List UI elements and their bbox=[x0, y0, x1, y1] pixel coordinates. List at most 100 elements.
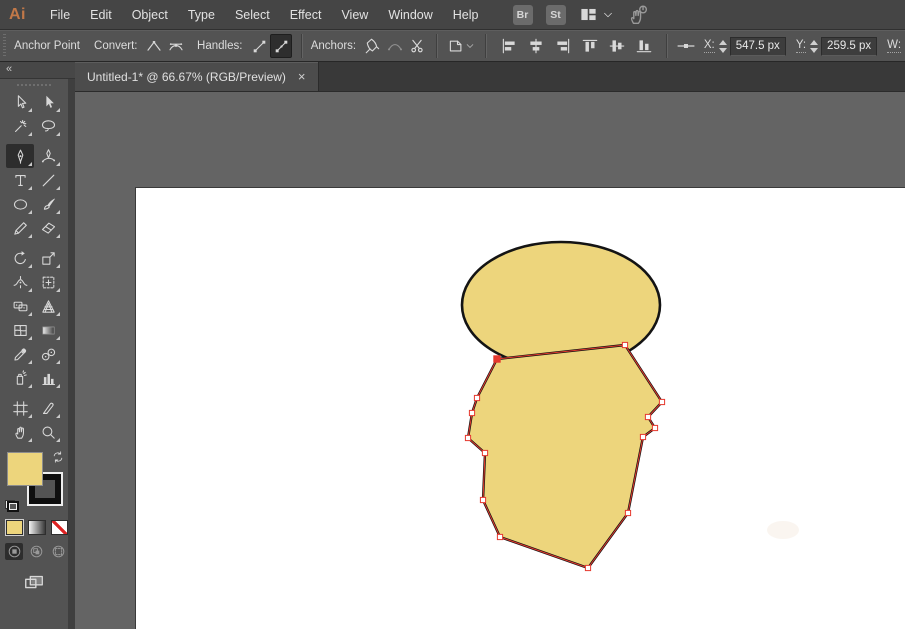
hand-tool[interactable] bbox=[6, 420, 34, 444]
screen-mode-button[interactable] bbox=[0, 572, 68, 594]
menu-effect[interactable]: Effect bbox=[280, 0, 332, 29]
draw-normal-button[interactable] bbox=[5, 543, 23, 560]
x-stepper[interactable] bbox=[719, 40, 727, 53]
stepper-up-icon[interactable] bbox=[719, 40, 727, 45]
anchor-point[interactable] bbox=[622, 342, 627, 347]
align-bottom-button[interactable] bbox=[630, 34, 657, 58]
magic-wand-tool[interactable] bbox=[6, 114, 34, 138]
color-swatch-button[interactable] bbox=[6, 520, 23, 535]
y-input[interactable]: 259.5 px bbox=[821, 37, 877, 56]
fill-swatch[interactable] bbox=[7, 452, 43, 486]
menu-edit[interactable]: Edit bbox=[80, 0, 122, 29]
anchor-point[interactable] bbox=[659, 399, 664, 404]
align-left-button[interactable] bbox=[495, 34, 522, 58]
width-tool[interactable] bbox=[6, 270, 34, 294]
show-handles-button[interactable] bbox=[270, 34, 292, 58]
menu-select[interactable]: Select bbox=[225, 0, 280, 29]
none-swatch-button[interactable] bbox=[51, 520, 68, 535]
perspective-grid-tool[interactable] bbox=[34, 294, 62, 318]
cut-path-button[interactable] bbox=[406, 34, 428, 58]
shape-builder-tool[interactable] bbox=[6, 294, 34, 318]
menu-object[interactable]: Object bbox=[122, 0, 178, 29]
connect-endpoints-button[interactable] bbox=[384, 34, 406, 58]
anchor-point[interactable] bbox=[482, 450, 487, 455]
artboard-tool[interactable] bbox=[6, 396, 34, 420]
line-segment-tool[interactable] bbox=[34, 168, 62, 192]
stepper-down-icon[interactable] bbox=[719, 48, 727, 53]
gradient-tool[interactable] bbox=[34, 318, 62, 342]
document-tab[interactable]: Untitled-1* @ 66.67% (RGB/Preview) × bbox=[75, 62, 319, 91]
anchor-point[interactable] bbox=[652, 425, 657, 430]
y-label[interactable]: Y: bbox=[796, 39, 806, 53]
anchor-point[interactable] bbox=[645, 414, 650, 419]
draw-inside-button[interactable] bbox=[50, 543, 68, 560]
mesh-tool[interactable] bbox=[6, 318, 34, 342]
w-label[interactable]: W: bbox=[887, 39, 901, 53]
swap-fill-stroke-icon[interactable] bbox=[51, 450, 65, 464]
panel-grip[interactable] bbox=[17, 84, 51, 86]
anchor-point-selected[interactable] bbox=[494, 356, 500, 362]
anchor-point[interactable] bbox=[474, 395, 479, 400]
bridge-button[interactable]: Br bbox=[513, 5, 533, 25]
anchor-point[interactable] bbox=[469, 410, 474, 415]
menu-help[interactable]: Help bbox=[443, 0, 489, 29]
anchor-point[interactable] bbox=[640, 434, 645, 439]
convert-to-smooth-button[interactable] bbox=[165, 34, 187, 58]
default-fill-stroke-button[interactable] bbox=[5, 500, 19, 512]
rotate-tool[interactable] bbox=[6, 246, 34, 270]
touch-workspace-icon[interactable] bbox=[627, 4, 649, 26]
menu-type[interactable]: Type bbox=[178, 0, 225, 29]
draw-behind-button[interactable] bbox=[27, 543, 45, 560]
blend-tool[interactable] bbox=[34, 342, 62, 366]
anchor-point[interactable] bbox=[625, 510, 630, 515]
fill-stroke-widget bbox=[0, 450, 68, 516]
column-graph-tool[interactable] bbox=[34, 366, 62, 390]
anchor-point[interactable] bbox=[497, 534, 502, 539]
zoom-tool[interactable] bbox=[34, 420, 62, 444]
y-stepper[interactable] bbox=[810, 40, 818, 53]
close-icon[interactable]: × bbox=[298, 70, 306, 83]
eraser-tool[interactable] bbox=[34, 216, 62, 240]
curvature-tool[interactable] bbox=[34, 144, 62, 168]
align-bottom-icon bbox=[635, 37, 653, 55]
menu-file[interactable]: File bbox=[40, 0, 80, 29]
align-vcenter-button[interactable] bbox=[603, 34, 630, 58]
collapse-panel-button[interactable]: « bbox=[0, 62, 75, 79]
anchor-point[interactable] bbox=[465, 435, 470, 440]
slice-tool[interactable] bbox=[34, 396, 62, 420]
gradient-swatch-button[interactable] bbox=[28, 520, 45, 535]
menu-window[interactable]: Window bbox=[378, 0, 442, 29]
anchor-point[interactable] bbox=[480, 497, 485, 502]
x-label[interactable]: X: bbox=[704, 39, 715, 53]
panel-grip[interactable] bbox=[3, 34, 6, 58]
align-right-button[interactable] bbox=[549, 34, 576, 58]
remove-anchor-button[interactable] bbox=[362, 34, 384, 58]
pencil-tool[interactable] bbox=[6, 216, 34, 240]
mushroom-cap-shape[interactable] bbox=[462, 242, 660, 368]
free-transform-tool[interactable] bbox=[34, 270, 62, 294]
align-buttons bbox=[495, 34, 657, 58]
align-top-button[interactable] bbox=[576, 34, 603, 58]
canvas[interactable] bbox=[75, 92, 905, 629]
pen-tool[interactable] bbox=[6, 144, 34, 168]
symbol-sprayer-tool[interactable] bbox=[6, 366, 34, 390]
x-input[interactable]: 547.5 px bbox=[730, 37, 786, 56]
stepper-up-icon[interactable] bbox=[810, 40, 818, 45]
stepper-down-icon[interactable] bbox=[810, 48, 818, 53]
isolate-object-button[interactable] bbox=[446, 34, 476, 58]
align-hcenter-button[interactable] bbox=[522, 34, 549, 58]
workspace-switcher[interactable] bbox=[579, 5, 614, 24]
stock-button[interactable]: St bbox=[546, 5, 566, 25]
direct-selection-tool[interactable] bbox=[34, 90, 62, 114]
ellipse-tool[interactable] bbox=[6, 192, 34, 216]
type-tool[interactable] bbox=[6, 168, 34, 192]
eyedropper-tool[interactable] bbox=[6, 342, 34, 366]
hide-handles-button[interactable] bbox=[248, 34, 270, 58]
scale-tool[interactable] bbox=[34, 246, 62, 270]
paintbrush-tool[interactable] bbox=[34, 192, 62, 216]
convert-to-corner-button[interactable] bbox=[143, 34, 165, 58]
anchor-point[interactable] bbox=[585, 565, 590, 570]
menu-view[interactable]: View bbox=[331, 0, 378, 29]
selection-tool[interactable] bbox=[6, 90, 34, 114]
lasso-tool[interactable] bbox=[34, 114, 62, 138]
